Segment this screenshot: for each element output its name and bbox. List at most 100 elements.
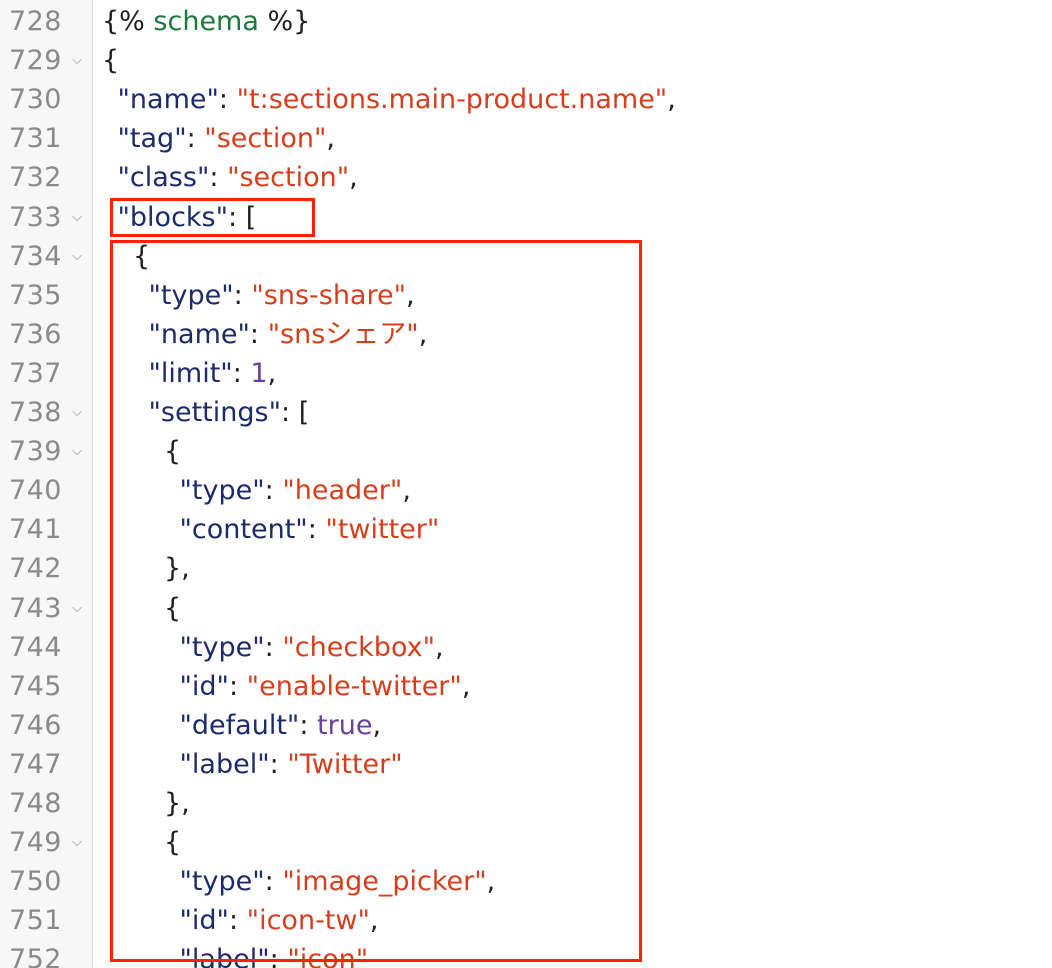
code-line[interactable]: 744 "type": "checkbox", — [0, 628, 1052, 667]
fold-chevron-icon[interactable]: ⌵ — [68, 393, 86, 432]
code-text: "type": "checkbox", — [180, 628, 444, 667]
fold-chevron-icon[interactable]: ⌵ — [68, 589, 86, 628]
code-token: : [ — [228, 201, 257, 233]
line-number: 737 — [8, 357, 62, 389]
code-token: : — [269, 944, 288, 968]
code-line[interactable]: 729 ⌵ { — [0, 41, 1052, 80]
code-token: : — [264, 631, 283, 663]
code-token: true — [317, 709, 373, 741]
code-token: "class" — [117, 162, 210, 194]
code-token: : — [233, 279, 252, 311]
code-token: "name" — [148, 318, 250, 350]
fold-chevron-icon[interactable]: ⌵ — [68, 198, 86, 237]
code-line[interactable]: 735 "type": "sns-share", — [0, 276, 1052, 315]
code-line[interactable]: 743 ⌵ { — [0, 589, 1052, 628]
code-token: "label" — [179, 748, 270, 780]
code-text: { — [164, 432, 181, 471]
code-editor[interactable]: 728 {% schema %} 729 ⌵{730 "name": "t:sectio… — [0, 0, 1052, 968]
code-text: { — [164, 823, 181, 862]
code-token: { — [164, 827, 182, 859]
code-token: "enable-twitter" — [246, 670, 462, 702]
code-line[interactable]: 739 ⌵ { — [0, 432, 1052, 471]
code-line[interactable]: 746 "default": true, — [0, 706, 1052, 745]
code-token: , — [369, 905, 379, 937]
code-token: }, — [164, 788, 190, 819]
code-token: : — [269, 748, 288, 780]
code-token: : — [232, 357, 251, 389]
code-text: { — [133, 237, 150, 276]
code-token: : — [186, 123, 205, 155]
line-number: 728 — [8, 6, 62, 37]
code-token: : — [228, 670, 247, 702]
code-token: : — [218, 84, 237, 116]
code-token: , — [435, 631, 444, 663]
line-number: 745 — [8, 670, 62, 702]
line-number: 748 — [8, 788, 62, 819]
code-line[interactable]: 728 {% schema %} — [0, 2, 1052, 41]
code-token: "type" — [179, 866, 265, 898]
code-line[interactable]: 741 "content": "twitter" — [0, 510, 1052, 549]
line-number: 732 — [8, 162, 62, 194]
code-text: }, — [164, 784, 190, 823]
code-token: , — [372, 709, 382, 741]
code-token: : [ — [281, 397, 310, 428]
code-line[interactable]: 733 ⌵ "blocks": [ — [0, 198, 1052, 237]
code-token: , — [486, 866, 496, 898]
code-token: "type" — [179, 475, 265, 507]
code-line[interactable]: 730 "name": "t:sections.main-product.name… — [0, 80, 1052, 119]
code-line[interactable]: 738 ⌵ "settings": [ — [0, 393, 1052, 432]
line-number: 731 — [8, 123, 62, 155]
code-token: "section" — [227, 162, 350, 194]
code-token: , — [402, 475, 411, 507]
line-number: 730 — [8, 84, 62, 116]
code-token: "icon" — [287, 944, 369, 968]
fold-chevron-icon[interactable]: ⌵ — [68, 432, 86, 471]
code-token: "section" — [204, 123, 327, 155]
line-number: 741 — [8, 514, 62, 546]
code-token: { — [133, 240, 151, 272]
code-line[interactable]: 737 "limit": 1, — [0, 354, 1052, 393]
line-number: 740 — [8, 475, 62, 507]
code-text: "tag": "section", — [118, 119, 335, 158]
code-token: , — [326, 123, 335, 155]
code-text: "class": "section", — [118, 158, 358, 197]
code-line[interactable]: 745 "id": "enable-twitter", — [0, 667, 1052, 706]
code-token: "limit" — [148, 357, 233, 389]
code-line[interactable]: 734 ⌵ { — [0, 237, 1052, 276]
code-token: : — [264, 866, 283, 898]
code-line[interactable]: 748}, — [0, 784, 1052, 823]
code-line[interactable]: 749 ⌵ { — [0, 823, 1052, 862]
fold-chevron-icon[interactable]: ⌵ — [68, 823, 86, 862]
code-token: , — [406, 279, 415, 311]
code-line[interactable]: 740 "type": "header", — [0, 471, 1052, 510]
code-token: { — [164, 436, 182, 468]
code-line[interactable]: 731 "tag": "section", — [0, 119, 1052, 158]
code-text: "type": "header", — [180, 471, 411, 510]
code-token: }, — [164, 553, 190, 585]
fold-chevron-icon[interactable]: ⌵ — [68, 41, 86, 80]
code-line[interactable]: 750 "type": "image_picker", — [0, 862, 1052, 901]
code-token: , — [267, 357, 277, 389]
code-text: {% schema %} — [102, 2, 310, 41]
code-line[interactable]: 747 "label": "Twitter" — [0, 745, 1052, 784]
code-token: "settings" — [148, 397, 282, 428]
code-text: "label": "icon" — [180, 940, 369, 968]
code-line[interactable]: 732 "class": "section", — [0, 158, 1052, 197]
code-token: %} — [258, 6, 311, 37]
code-line[interactable]: 752 "label": "icon" — [0, 940, 1052, 968]
code-token: "sns-share" — [251, 279, 407, 311]
code-token: {% — [102, 6, 154, 37]
code-token: { — [102, 45, 120, 77]
line-number: 752 — [8, 944, 62, 968]
code-text: { — [102, 41, 119, 80]
fold-chevron-icon[interactable]: ⌵ — [68, 237, 86, 276]
code-line[interactable]: 742}, — [0, 549, 1052, 588]
line-number: 729 — [8, 45, 62, 77]
code-token: "type" — [179, 631, 265, 663]
code-line[interactable]: 736 "name": "snsシェア", — [0, 315, 1052, 354]
code-token: 1 — [250, 357, 268, 389]
code-text: "content": "twitter" — [180, 510, 440, 549]
code-line[interactable]: 751 "id": "icon-tw", — [0, 901, 1052, 940]
code-token: "t:sections.main-product.name" — [236, 84, 668, 116]
line-number: 738 — [8, 397, 62, 428]
